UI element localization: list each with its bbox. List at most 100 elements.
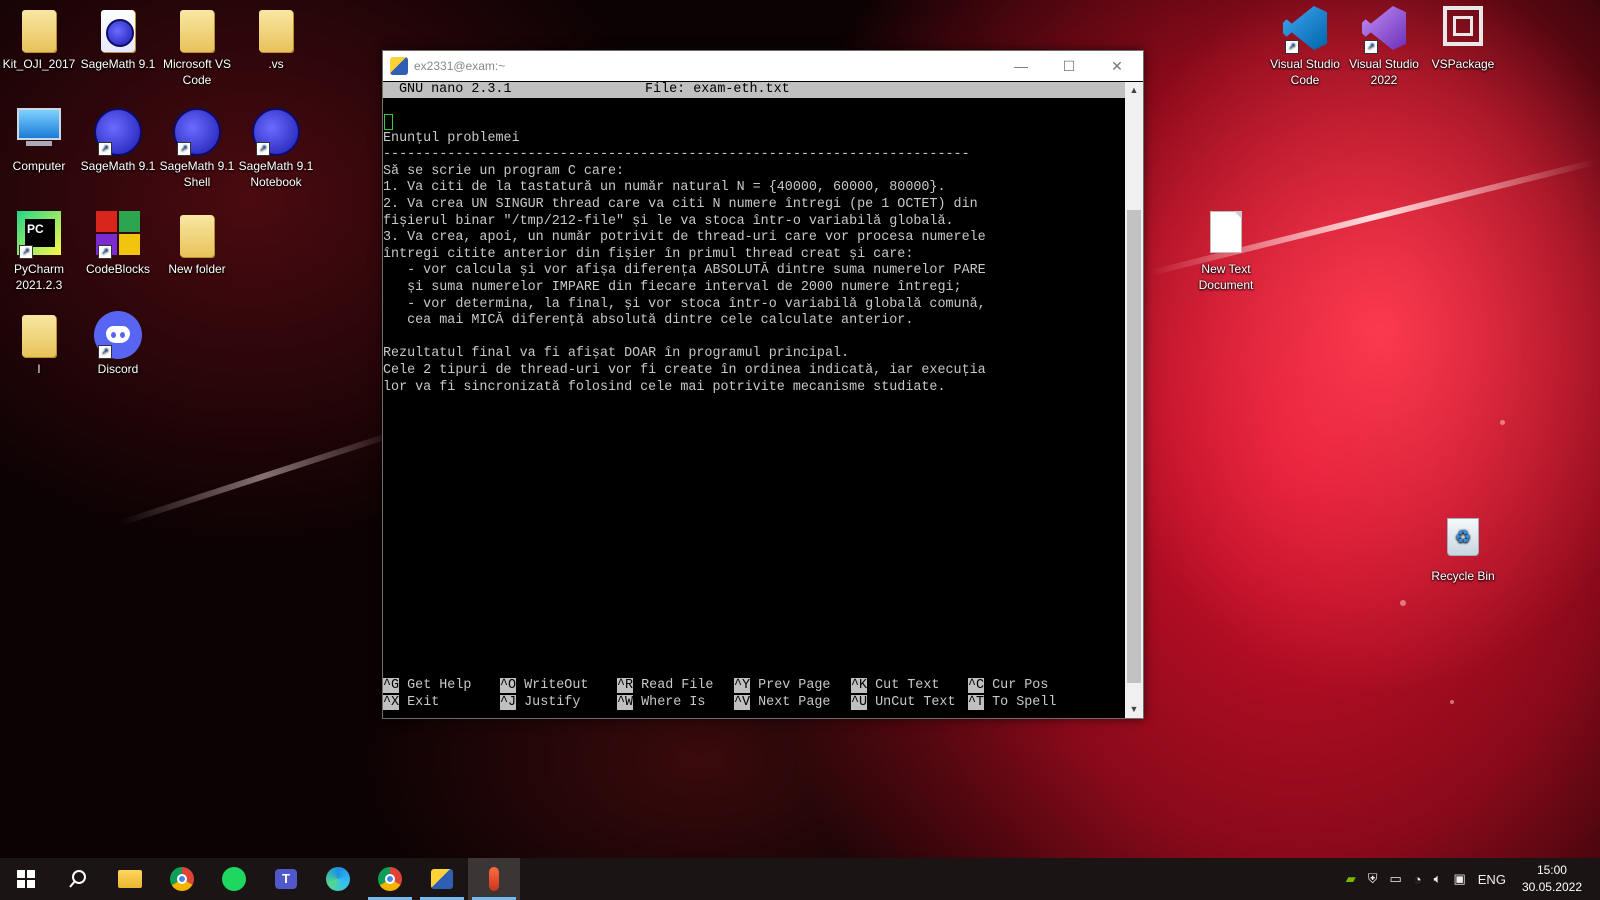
vertical-scrollbar[interactable]: ▲ ▼: [1125, 82, 1143, 718]
desktop-icon-l-folder[interactable]: l: [0, 305, 78, 377]
desktop-icon-visual-studio-2022[interactable]: ↗ Visual Studio 2022: [1345, 0, 1423, 88]
terminal-content[interactable]: GNU nano 2.3.1 File: exam-eth.txt Enunțul…: [383, 82, 1125, 718]
desktop-icon-codeblocks[interactable]: ↗ CodeBlocks: [79, 205, 157, 277]
desktop-icon-sagemath-notebook[interactable]: ↗ SageMath 9.1 Notebook: [237, 102, 315, 190]
desktop-icon-label: New folder: [168, 262, 226, 276]
taskbar-spotify[interactable]: [208, 858, 260, 900]
desktop-icon-microsoft-vs-code-folder[interactable]: Microsoft VS Code: [158, 0, 236, 88]
taskbar-file-explorer[interactable]: [104, 858, 156, 900]
shortcut-writeout[interactable]: ^O WriteOut: [500, 678, 617, 695]
shortcut-get-help[interactable]: ^G Get Help: [383, 678, 500, 695]
window-titlebar[interactable]: ex2331@exam:~ — ☐ ✕: [383, 51, 1143, 81]
desktop-icon-new-text-document[interactable]: New Text Document: [1187, 205, 1265, 293]
spotify-icon: [222, 867, 246, 891]
text-line: întregi citite anterior din fișier în pr…: [383, 246, 914, 262]
desktop-icon-label: CodeBlocks: [85, 262, 151, 276]
discord-icon: ↗: [94, 311, 142, 359]
recycle-bin-icon: ♻: [1439, 518, 1487, 566]
clock[interactable]: 15:00 30.05.2022: [1522, 862, 1582, 896]
shortcut-key: ^C: [968, 678, 985, 693]
shortcut-key: ^R: [617, 678, 634, 693]
shortcut-label: Next Page: [758, 695, 831, 710]
scroll-down-icon[interactable]: ▼: [1125, 701, 1143, 718]
desktop-icon-pycharm[interactable]: PC ↗ PyCharm 2021.2.3: [0, 205, 78, 293]
shortcut-label: Prev Page: [758, 678, 831, 693]
shortcut-label: Where Is: [641, 695, 706, 710]
shortcut-key: ^J: [500, 695, 517, 710]
desktop-icon-discord[interactable]: ↗ Discord: [79, 305, 157, 377]
folder-icon: [173, 6, 221, 54]
terminal-window: ex2331@exam:~ — ☐ ✕ GNU nano 2.3.1 File: …: [382, 50, 1144, 719]
shortcut-next-page[interactable]: ^V Next Page: [734, 695, 851, 712]
shortcut-label: Read File: [641, 678, 714, 693]
desktop-icon-sagemath[interactable]: ↗ SageMath 9.1: [79, 102, 157, 174]
taskbar-chrome[interactable]: [156, 858, 208, 900]
cursor-line: [383, 114, 1125, 131]
language-indicator[interactable]: ENG: [1478, 872, 1506, 887]
shortcut-to-spell[interactable]: ^T To Spell: [968, 695, 1085, 712]
battery-icon[interactable]: ▭: [1390, 871, 1402, 887]
sagemath-icon: ↗: [252, 108, 300, 156]
shortcut-cur-pos[interactable]: ^C Cur Pos: [968, 678, 1085, 695]
vscode-icon: ↗: [1281, 6, 1329, 54]
minimize-button[interactable]: —: [997, 51, 1045, 81]
window-title: ex2331@exam:~: [414, 59, 506, 73]
scroll-up-icon[interactable]: ▲: [1125, 82, 1143, 99]
pycharm-icon: PC ↗: [15, 211, 63, 259]
text-line: ----------------------------------------…: [383, 147, 970, 163]
shortcut-prev-page[interactable]: ^Y Prev Page: [734, 678, 851, 695]
scrollbar-thumb[interactable]: [1127, 210, 1141, 683]
search-button[interactable]: [52, 858, 104, 900]
shortcut-exit[interactable]: ^X Exit: [383, 695, 500, 712]
desktop-icon-visual-studio-code[interactable]: ↗ Visual Studio Code: [1266, 0, 1344, 88]
visual-studio-icon: ↗: [1360, 6, 1408, 54]
desktop-icon-label: Computer: [12, 159, 66, 173]
close-button[interactable]: ✕: [1093, 51, 1141, 81]
shortcut-justify[interactable]: ^J Justify: [500, 695, 617, 712]
shortcut-cut-text[interactable]: ^K Cut Text: [851, 678, 968, 695]
desktop-icon-computer[interactable]: Computer: [0, 102, 78, 174]
start-button[interactable]: [0, 858, 52, 900]
codeblocks-icon: ↗: [94, 211, 142, 259]
security-shield-icon[interactable]: ⛨: [1368, 871, 1378, 887]
shortcut-where-is[interactable]: ^W Where Is: [617, 695, 734, 712]
shortcut-key: ^T: [968, 695, 985, 710]
taskbar-edge[interactable]: [312, 858, 364, 900]
desktop-icon-vspackage[interactable]: VSPackage: [1424, 0, 1502, 72]
maximize-button[interactable]: ☐: [1045, 51, 1093, 81]
shortcut-uncut-text[interactable]: ^U UnCut Text: [851, 695, 968, 712]
taskbar-chrome-profile[interactable]: [364, 858, 416, 900]
sagemath-icon: ↗: [173, 108, 221, 156]
text-line: Rezultatul final va fi afișat DOAR în pr…: [383, 346, 850, 362]
system-tray: ▰ ⛨ ▭ ◔ 🔈︎ ▣ ENG 15:00 30.05.2022: [1340, 858, 1600, 900]
desktop-icon-new-folder[interactable]: New folder: [158, 205, 236, 277]
shortcut-label: Get Help: [407, 678, 472, 693]
desktop-icon-sagemath-doc[interactable]: SageMath 9.1: [79, 0, 157, 72]
desktop-icon-kit-oji-2017[interactable]: Kit_OJI_2017: [0, 0, 78, 72]
desktop-icon-recycle-bin[interactable]: ♻ Recycle Bin: [1424, 512, 1502, 584]
taskbar-teams[interactable]: T: [260, 858, 312, 900]
desktop-icon-label: .vs: [268, 57, 284, 71]
shortcut-label: WriteOut: [524, 678, 589, 693]
wifi-icon[interactable]: ◔: [1414, 872, 1422, 887]
text-line: cea mai MICĂ diferență absolută dintre c…: [383, 313, 914, 329]
text-line: lor va fi sincronizată folosind cele mai…: [383, 379, 946, 395]
desktop-icon-sagemath-shell[interactable]: ↗ SageMath 9.1 Shell: [158, 102, 236, 190]
text-line: 3. Va crea, apoi, un număr potrivit de t…: [383, 230, 986, 246]
text-line: [383, 330, 1125, 347]
shortcut-key: ^X: [383, 695, 400, 710]
desktop-icon-vs-folder[interactable]: .vs: [237, 0, 315, 72]
volume-icon[interactable]: 🔈︎: [1434, 871, 1442, 887]
nvidia-icon[interactable]: ▰: [1346, 871, 1356, 887]
text-cursor: [384, 114, 393, 130]
taskbar-active-app[interactable]: [468, 858, 520, 900]
shortcut-label: Cur Pos: [992, 678, 1049, 693]
display-icon[interactable]: ▣: [1453, 871, 1465, 887]
desktop-icon-label: PyCharm 2021.2.3: [13, 262, 64, 292]
shortcut-read-file[interactable]: ^R Read File: [617, 678, 734, 695]
shortcut-arrow-icon: ↗: [98, 345, 112, 359]
shortcut-key: ^Y: [734, 678, 751, 693]
text-line: - vor determina, la final, și vor stoca …: [383, 296, 986, 312]
taskbar-putty[interactable]: [416, 858, 468, 900]
desktop-icon-label: l: [37, 362, 41, 376]
